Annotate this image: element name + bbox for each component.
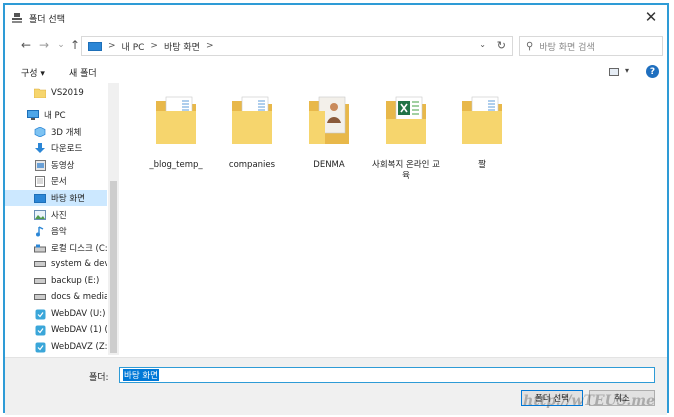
desktop-icon	[34, 193, 46, 204]
sidebar-item-videos[interactable]: 동영상	[5, 157, 107, 173]
document-icon	[34, 175, 46, 187]
scrollbar-thumb[interactable]	[110, 181, 117, 353]
up-arrow-icon: ↑	[69, 38, 81, 52]
pc-icon	[88, 41, 102, 51]
folder-item-blog-temp[interactable]: _blog_temp_	[139, 93, 213, 171]
sidebar-item-documents[interactable]: 문서	[5, 173, 107, 189]
navigation-pane: VS2019 내 PC 3D 개체 다운로드 동영상 문서 바탕 화면 사진 음…	[5, 83, 119, 355]
navigation-bar: ← → ⌄ ↑ > 내 PC > 바탕 화면 > ⌄ ↻ ⚲ 바탕 화면 검색	[5, 33, 667, 59]
breadcrumb-separator-icon: >	[108, 41, 116, 51]
sidebar-item-desktop[interactable]: 바탕 화면	[5, 190, 107, 206]
sidebar-item-3d-objects[interactable]: 3D 개체	[5, 124, 107, 140]
disk-icon	[34, 243, 46, 254]
sidebar-item-my-pc[interactable]: 내 PC	[5, 107, 107, 123]
sidebar-scrollbar[interactable]	[108, 83, 119, 355]
folder-item-social-welfare-course[interactable]: 사회복지 온라인 교육	[369, 93, 443, 182]
refresh-icon[interactable]: ↻	[497, 39, 506, 52]
3d-objects-icon	[34, 127, 46, 138]
forward-button[interactable]: →	[37, 37, 51, 53]
view-dropdown-icon[interactable]: ▾	[625, 66, 629, 75]
chevron-down-icon: ⌄	[57, 40, 65, 50]
sidebar-item-local-disk-c[interactable]: 로컬 디스크 (C:)	[5, 240, 107, 256]
folder-icon	[462, 96, 502, 144]
back-arrow-icon: ←	[20, 38, 32, 52]
organize-menu[interactable]: 구성 ▾	[21, 66, 45, 79]
sidebar-item-downloads[interactable]: 다운로드	[5, 140, 107, 156]
sidebar-item-webdavz-z[interactable]: WebDAVZ (Z:)	[5, 339, 107, 355]
address-dropdown-icon[interactable]: ⌄	[479, 40, 486, 49]
folder-icon	[156, 96, 196, 144]
folder-image-icon	[309, 96, 349, 144]
back-button[interactable]: ←	[19, 37, 33, 53]
sidebar-item-vs2019[interactable]: VS2019	[5, 85, 107, 101]
folder-item-denma[interactable]: DENMA	[292, 93, 366, 171]
app-icon	[12, 13, 22, 23]
sidebar-item-docs-media-drive[interactable]: docs & media d	[5, 289, 107, 305]
folder-item-jjal[interactable]: 짤	[445, 93, 519, 171]
sidebar-item-pictures[interactable]: 사진	[5, 207, 107, 223]
folder-excel-icon	[386, 96, 426, 144]
close-icon: ✕	[644, 8, 658, 26]
drive-icon	[34, 276, 46, 287]
sidebar-item-webdav-u[interactable]: WebDAV (U:)	[5, 306, 107, 322]
folder-icon	[34, 88, 46, 99]
music-icon	[34, 225, 46, 237]
search-placeholder: 바탕 화면 검색	[539, 42, 595, 53]
folder-icon	[232, 96, 272, 144]
help-icon[interactable]: ?	[646, 65, 659, 78]
dialog-footer: 폴더: 바탕 화면 폴더 선택 취소 http://wTEUS.me	[5, 357, 667, 415]
folder-name-input[interactable]: 바탕 화면	[119, 367, 655, 383]
pc-icon	[27, 110, 39, 121]
recent-locations-button[interactable]: ⌄	[54, 37, 68, 53]
address-bar[interactable]: > 내 PC > 바탕 화면 > ⌄ ↻	[81, 36, 513, 56]
folder-label: 폴더:	[89, 373, 109, 383]
view-options-icon[interactable]	[609, 68, 619, 76]
title-bar: 폴더 선택 ✕	[5, 5, 667, 31]
new-folder-button[interactable]: 새 폴더	[69, 66, 97, 79]
watermark: http://wTEUS.me	[523, 393, 655, 409]
command-toolbar: 구성 ▾ 새 폴더 ▾ ?	[5, 61, 667, 83]
sidebar-item-webdav-1-w[interactable]: WebDAV (1) (W	[5, 322, 107, 338]
breadcrumb-separator-icon[interactable]: >	[206, 41, 214, 51]
search-icon: ⚲	[526, 40, 534, 52]
sidebar-item-system-drive[interactable]: system & develc	[5, 256, 107, 272]
network-drive-icon	[34, 309, 46, 320]
folder-name-value: 바탕 화면	[123, 369, 159, 381]
network-drive-icon	[34, 325, 46, 336]
drive-icon	[34, 259, 46, 270]
sidebar-item-backup-drive[interactable]: backup (E:)	[5, 273, 107, 289]
close-button[interactable]: ✕	[637, 7, 665, 27]
video-icon	[34, 159, 46, 171]
sidebar-item-music[interactable]: 음악	[5, 223, 107, 239]
forward-arrow-icon: →	[38, 38, 50, 52]
folder-select-dialog: 폴더 선택 ✕ ← → ⌄ ↑ > 내 PC > 바탕 화면 > ⌄ ↻ ⚲ 바…	[3, 3, 669, 415]
search-box[interactable]: ⚲ 바탕 화면 검색	[519, 36, 663, 56]
window-title: 폴더 선택	[29, 15, 65, 25]
drive-icon	[34, 292, 46, 303]
network-drive-icon	[34, 342, 46, 353]
breadcrumb-desktop[interactable]: 바탕 화면	[164, 40, 200, 53]
breadcrumb-my-pc[interactable]: 내 PC	[122, 40, 145, 53]
file-list: _blog_temp_ companies DENMA 사회복지 온라인 교육 …	[119, 83, 667, 355]
pictures-icon	[34, 210, 46, 221]
download-icon	[34, 142, 46, 154]
breadcrumb-separator-icon: >	[150, 41, 158, 51]
up-button[interactable]: ↑	[68, 37, 82, 53]
folder-item-companies[interactable]: companies	[215, 93, 289, 171]
